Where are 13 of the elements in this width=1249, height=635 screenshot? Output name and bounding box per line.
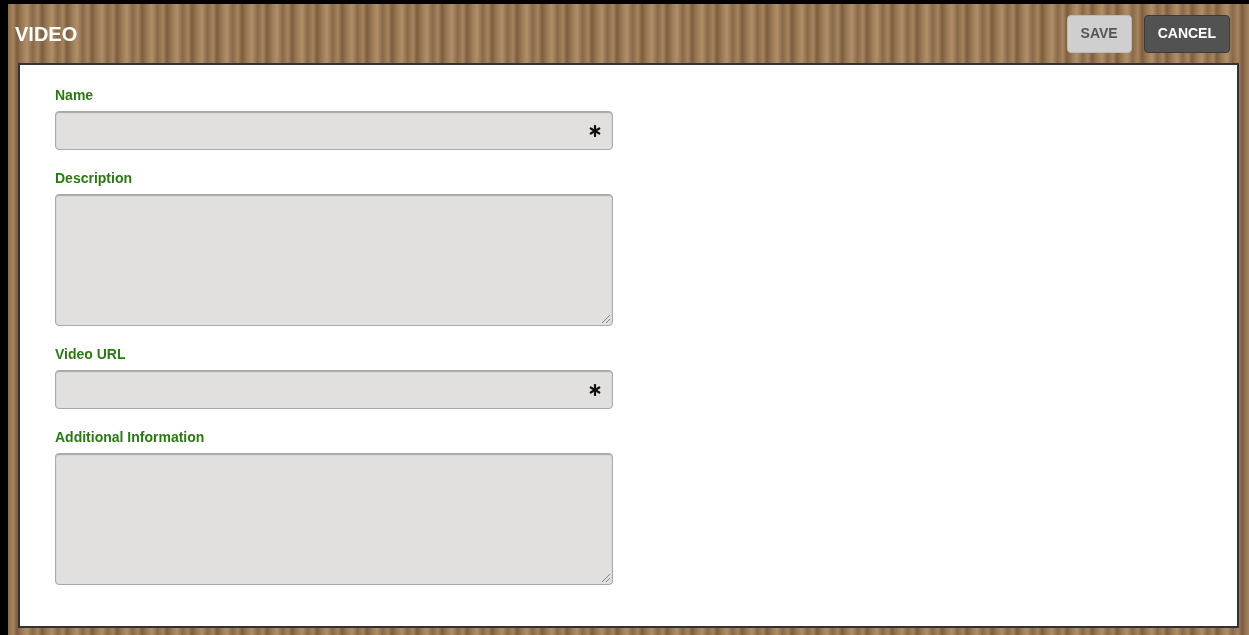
text-field[interactable] bbox=[55, 370, 613, 409]
field-label: Name bbox=[55, 87, 94, 103]
field-label: Video URL bbox=[55, 346, 126, 362]
text-area[interactable] bbox=[55, 453, 613, 585]
save-button[interactable]: SAVE bbox=[1066, 14, 1132, 53]
resize-grip-icon[interactable] bbox=[601, 314, 610, 323]
resize-grip-icon[interactable] bbox=[601, 573, 610, 582]
window-title: VIDEO bbox=[15, 21, 78, 47]
field-label: Description bbox=[55, 170, 132, 186]
cancel-button[interactable]: CANCEL bbox=[1143, 14, 1230, 53]
text-field[interactable] bbox=[55, 111, 613, 150]
field-label: Additional Information bbox=[55, 429, 205, 445]
text-area[interactable] bbox=[55, 194, 613, 326]
